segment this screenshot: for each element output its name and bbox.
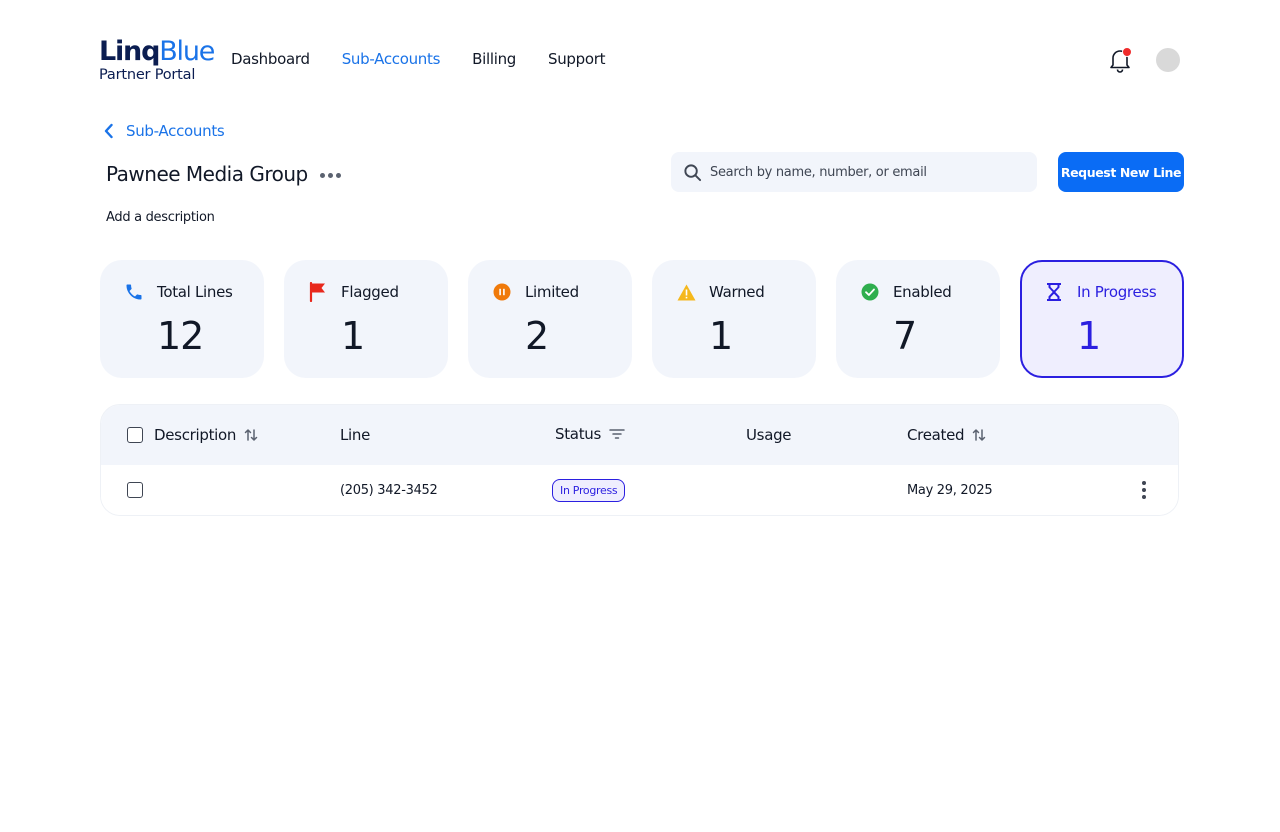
column-usage: Usage: [746, 426, 792, 444]
stat-card-in-progress[interactable]: In Progress 1: [1020, 260, 1184, 378]
check-circle-icon: [860, 282, 880, 302]
stat-label: Warned: [709, 283, 765, 301]
column-line: Line: [340, 426, 370, 444]
filter-icon: [609, 429, 625, 439]
logo-blue: Blue: [159, 36, 215, 67]
phone-icon: [124, 282, 144, 302]
stat-card-total-lines[interactable]: Total Lines 12: [100, 260, 264, 378]
chevron-left-icon: [104, 123, 113, 139]
sort-icon: [244, 429, 258, 441]
table-header: Description Line Status Usage Created: [101, 405, 1178, 465]
stat-card-flagged[interactable]: Flagged 1: [284, 260, 448, 378]
request-new-line-button[interactable]: Request New Line: [1058, 152, 1184, 192]
row-line: (205) 342-3452: [340, 483, 438, 498]
logo-subtitle: Partner Portal: [99, 67, 196, 83]
stat-value: 12: [157, 314, 204, 358]
main-nav: Dashboard Sub-Accounts Billing Support: [231, 50, 606, 68]
nav-support[interactable]: Support: [548, 50, 606, 68]
column-description[interactable]: Description: [154, 426, 258, 444]
page-title: Pawnee Media Group: [106, 162, 308, 186]
column-label: Status: [555, 425, 601, 443]
more-horizontal-icon[interactable]: [319, 170, 341, 178]
search-box: [671, 152, 1037, 192]
title-row: Pawnee Media Group: [106, 162, 341, 186]
nav-billing[interactable]: Billing: [472, 50, 516, 68]
lines-table: Description Line Status Usage Created (2…: [100, 404, 1179, 516]
sort-icon: [973, 429, 986, 441]
pause-circle-icon: [492, 282, 512, 302]
row-checkbox[interactable]: [127, 482, 143, 498]
stat-label: Limited: [525, 283, 579, 301]
stat-value: 1: [341, 314, 365, 358]
notification-dot: [1122, 47, 1132, 57]
stat-card-limited[interactable]: Limited 2: [468, 260, 632, 378]
row-more-vertical-icon[interactable]: [1142, 481, 1146, 499]
column-created[interactable]: Created: [907, 426, 986, 444]
stat-label: In Progress: [1077, 283, 1157, 301]
stat-label: Total Lines: [157, 283, 233, 301]
stat-value: 1: [1077, 314, 1101, 358]
column-status[interactable]: Status: [555, 425, 625, 443]
stat-value: 7: [893, 314, 917, 358]
flag-icon: [308, 282, 328, 302]
stat-card-enabled[interactable]: Enabled 7: [836, 260, 1000, 378]
stat-value: 2: [525, 314, 549, 358]
table-row[interactable]: (205) 342-3452 In Progress May 29, 2025: [101, 465, 1178, 515]
add-description-link[interactable]: Add a description: [106, 210, 215, 225]
stat-label: Flagged: [341, 283, 399, 301]
column-label: Usage: [746, 426, 792, 444]
column-label: Description: [154, 426, 237, 444]
row-created: May 29, 2025: [907, 483, 993, 498]
status-badge: In Progress: [552, 479, 626, 502]
logo[interactable]: LinqBlue Partner Portal: [99, 36, 215, 84]
warning-icon: [676, 282, 696, 302]
search-icon: [684, 163, 702, 181]
stat-cards: Total Lines 12 Flagged 1 Limited 2 Warne…: [100, 260, 1184, 378]
stat-value: 1: [709, 314, 733, 358]
stat-label: Enabled: [893, 283, 952, 301]
back-label: Sub-Accounts: [126, 122, 225, 140]
nav-sub-accounts[interactable]: Sub-Accounts: [342, 50, 441, 68]
hourglass-icon: [1044, 282, 1064, 302]
stat-card-warned[interactable]: Warned 1: [652, 260, 816, 378]
nav-dashboard[interactable]: Dashboard: [231, 50, 310, 68]
logo-linq: Linq: [99, 36, 160, 67]
column-label: Line: [340, 426, 371, 444]
back-to-sub-accounts[interactable]: Sub-Accounts: [104, 122, 225, 140]
search-input[interactable]: [710, 164, 1010, 180]
column-label: Created: [907, 426, 965, 444]
avatar[interactable]: [1156, 48, 1180, 72]
select-all-checkbox[interactable]: [127, 427, 143, 443]
